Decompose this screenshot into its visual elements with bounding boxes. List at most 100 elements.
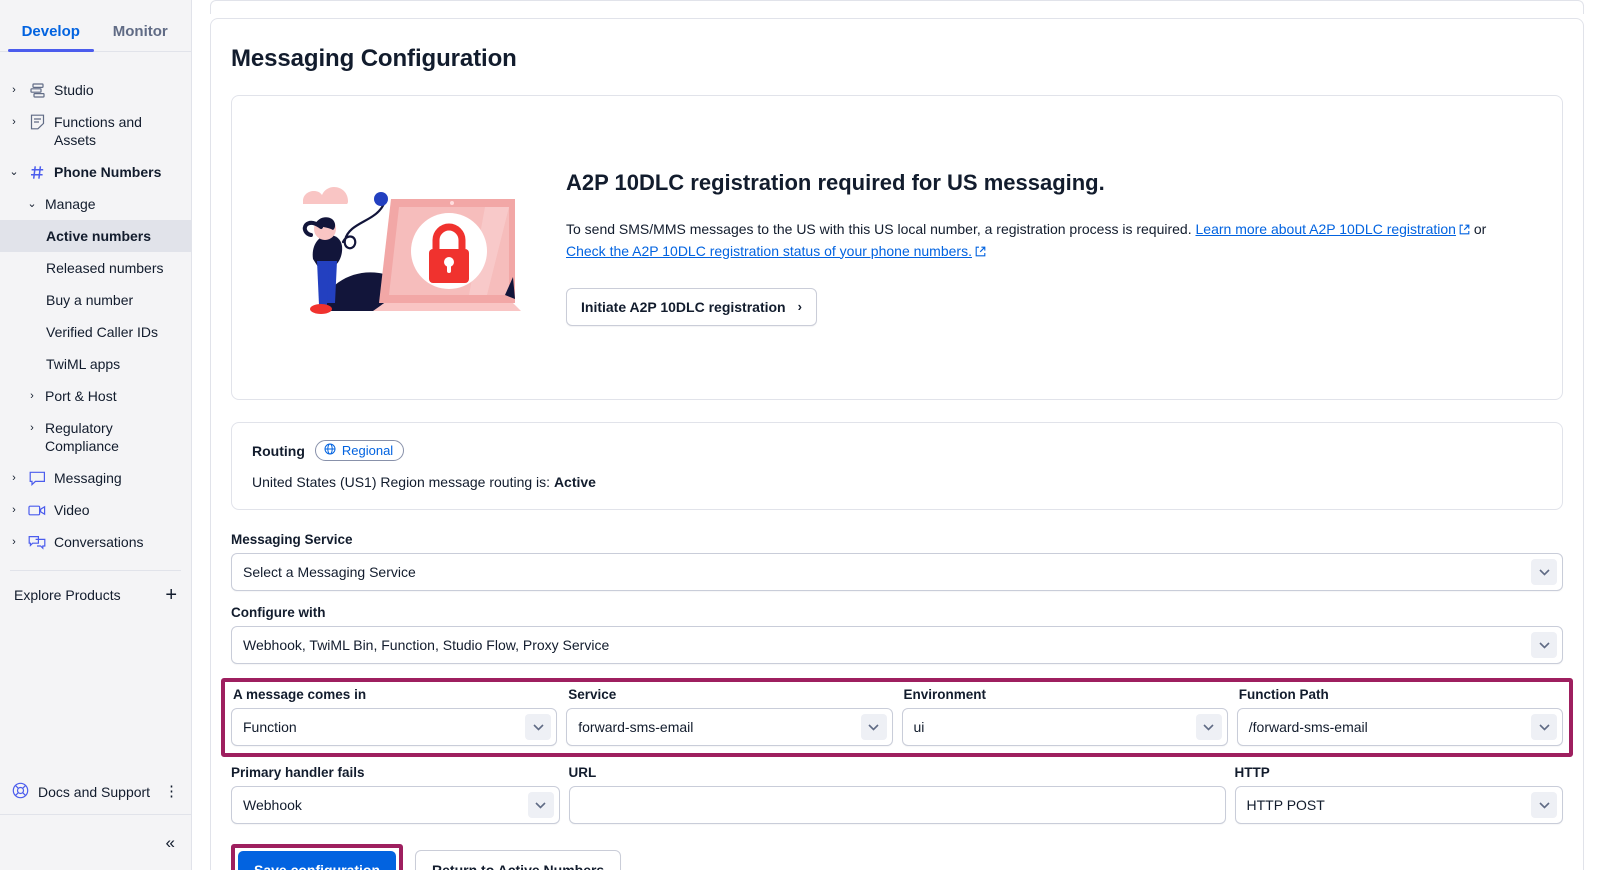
- more-options-icon[interactable]: ⋮: [164, 784, 179, 799]
- configure-with-label: Configure with: [231, 605, 326, 620]
- messaging-service-select[interactable]: Select a Messaging Service: [231, 553, 1563, 591]
- initiate-a2p-registration-label: Initiate A2P 10DLC registration: [581, 298, 786, 315]
- sidebar-item-released-numbers-label: Released numbers: [46, 260, 164, 276]
- chevron-down-icon: ⌄: [27, 198, 37, 210]
- sidebar-item-released-numbers[interactable]: Released numbers: [0, 252, 191, 284]
- service-value: forward-sms-email: [578, 719, 694, 735]
- routing-status-value: Active: [553, 474, 596, 490]
- tab-develop[interactable]: Develop: [6, 23, 96, 52]
- return-to-active-numbers-button[interactable]: Return to Active Numbers: [415, 850, 622, 870]
- explore-products-label: Explore Products: [14, 587, 121, 603]
- message-comes-in-field: A message comes in Function: [231, 687, 558, 746]
- message-comes-in-label: A message comes in: [233, 687, 367, 702]
- check-a2p-status-link[interactable]: Check the A2P 10DLC registration status …: [566, 243, 972, 259]
- main-content: Messaging Configuration A2P 10DLC regist…: [192, 0, 1600, 870]
- messaging-service-value: Select a Messaging Service: [243, 564, 416, 580]
- sidebar-item-phone-numbers[interactable]: ⌄ Phone Numbers: [0, 156, 191, 188]
- chevron-down-icon: [525, 714, 552, 740]
- chevron-down-icon: ⌄: [9, 166, 19, 178]
- tab-develop-label: Develop: [21, 23, 80, 40]
- save-button-highlight: Save configuration: [231, 844, 404, 870]
- learn-more-a2p-link[interactable]: Learn more about A2P 10DLC registration: [1196, 221, 1456, 237]
- chevron-right-icon: ›: [30, 390, 34, 402]
- chevron-down-icon: [860, 714, 887, 740]
- sidebar-item-port-and-host-label: Port & Host: [45, 388, 117, 404]
- messaging-configuration-card: Messaging Configuration A2P 10DLC regist…: [210, 18, 1584, 870]
- a2p-banner: A2P 10DLC registration required for US m…: [231, 95, 1563, 400]
- tab-monitor[interactable]: Monitor: [96, 23, 186, 51]
- sidebar-item-verified-caller-ids[interactable]: Verified Caller IDs: [0, 316, 191, 348]
- docs-and-support-row[interactable]: Docs and Support ⋮: [0, 769, 191, 814]
- sidebar-item-messaging-label: Messaging: [54, 470, 122, 486]
- message-comes-in-select[interactable]: Function: [231, 708, 558, 746]
- a2p-banner-title: A2P 10DLC registration required for US m…: [566, 169, 1105, 195]
- http-field: HTTP HTTP POST: [1234, 765, 1563, 824]
- chevron-down-icon: [1531, 714, 1557, 740]
- tab-monitor-label: Monitor: [112, 23, 168, 40]
- http-select[interactable]: HTTP POST: [1234, 786, 1563, 824]
- previous-card-stub: [210, 0, 1584, 14]
- primary-handler-fails-label: Primary handler fails: [231, 765, 365, 780]
- sidebar-item-conversations[interactable]: › Conversations: [0, 526, 191, 558]
- sidebar-item-verified-caller-ids-label: Verified Caller IDs: [46, 324, 159, 340]
- url-input[interactable]: [568, 786, 1226, 824]
- explore-products-row[interactable]: Explore Products +: [0, 571, 191, 617]
- sidebar-tabs: Develop Monitor: [0, 0, 191, 52]
- plus-icon[interactable]: +: [165, 585, 177, 605]
- environment-label: Environment: [903, 687, 987, 702]
- primary-handler-fails-field: Primary handler fails Webhook: [231, 765, 560, 824]
- save-configuration-button[interactable]: Save configuration: [238, 851, 397, 870]
- messaging-service-field: Messaging Service Select a Messaging Ser…: [231, 532, 1563, 591]
- page-title: Messaging Configuration: [231, 45, 517, 72]
- function-path-select[interactable]: /forward-sms-email: [1236, 708, 1563, 746]
- handler-row: A message comes in Function Service forw…: [231, 687, 1563, 746]
- configure-with-value: Webhook, TwiML Bin, Function, Studio Flo…: [243, 637, 610, 653]
- routing-box: Routing Regional United States (US1) Reg…: [231, 422, 1563, 510]
- sidebar-item-buy-a-number[interactable]: Buy a number: [0, 284, 191, 316]
- sidebar-item-studio[interactable]: › Studio: [0, 74, 191, 106]
- sidebar-item-messaging[interactable]: › Messaging: [0, 462, 191, 494]
- app-root: Develop Monitor › Studio › Functions and…: [0, 0, 1600, 870]
- function-path-field: Function Path /forward-sms-email: [1236, 687, 1563, 746]
- url-field: URL: [568, 765, 1226, 824]
- routing-status: United States (US1) Region message routi…: [252, 474, 1542, 490]
- http-label: HTTP: [1234, 765, 1270, 780]
- configure-with-select[interactable]: Webhook, TwiML Bin, Function, Studio Flo…: [231, 626, 1563, 664]
- collapse-sidebar-button[interactable]: «: [0, 814, 191, 870]
- routing-label: Routing: [252, 442, 305, 459]
- initiate-a2p-registration-button[interactable]: Initiate A2P 10DLC registration ›: [566, 287, 817, 326]
- sidebar-item-twiml-apps-label: TwiML apps: [46, 356, 121, 372]
- chevron-right-icon: ›: [12, 504, 16, 516]
- routing-status-prefix: United States (US1) Region message routi…: [252, 474, 554, 490]
- form-actions: Save configuration Return to Active Numb…: [231, 844, 1563, 870]
- sidebar-item-buy-a-number-label: Buy a number: [46, 292, 134, 308]
- chevron-down-icon: [527, 792, 554, 818]
- sidebar-item-video[interactable]: › Video: [0, 494, 191, 526]
- sidebar-item-functions-and-assets-label: Functions and Assets: [54, 114, 142, 148]
- sidebar-item-manage[interactable]: ⌄ Manage: [0, 188, 191, 220]
- chevron-right-icon: ›: [12, 472, 16, 484]
- a2p-banner-text-before: To send SMS/MMS messages to the US with …: [566, 220, 1196, 237]
- environment-select[interactable]: ui: [901, 708, 1228, 746]
- sidebar-item-phone-numbers-label: Phone Numbers: [54, 164, 162, 180]
- sidebar-item-active-numbers-label: Active numbers: [46, 228, 152, 244]
- functions-icon: [27, 113, 47, 131]
- chevron-down-icon: [1531, 559, 1557, 585]
- sidebar-nav: › Studio › Functions and Assets ⌄ Phone …: [0, 52, 191, 769]
- sidebar-item-port-and-host[interactable]: › Port & Host: [0, 380, 191, 412]
- sidebar-item-twiml-apps[interactable]: TwiML apps: [0, 348, 191, 380]
- routing-header: Routing Regional: [252, 440, 1542, 461]
- primary-handler-fails-select[interactable]: Webhook: [231, 786, 560, 824]
- status-badge: Regional: [314, 440, 405, 461]
- environment-value: ui: [913, 719, 925, 735]
- configure-with-field: Configure with Webhook, TwiML Bin, Funct…: [231, 605, 1563, 664]
- fallback-row: Primary handler fails Webhook URL HTTP H…: [231, 765, 1563, 824]
- studio-icon: [27, 81, 47, 99]
- sidebar-item-active-numbers[interactable]: Active numbers: [0, 220, 191, 252]
- sidebar-item-functions-and-assets[interactable]: › Functions and Assets: [0, 106, 191, 156]
- sidebar-item-regulatory-compliance[interactable]: › Regulatory Compliance: [0, 412, 191, 462]
- environment-field: Environment ui: [901, 687, 1228, 746]
- service-select[interactable]: forward-sms-email: [566, 708, 893, 746]
- a2p-banner-text-middle: or: [1469, 220, 1487, 237]
- chat-icon: [27, 469, 47, 487]
